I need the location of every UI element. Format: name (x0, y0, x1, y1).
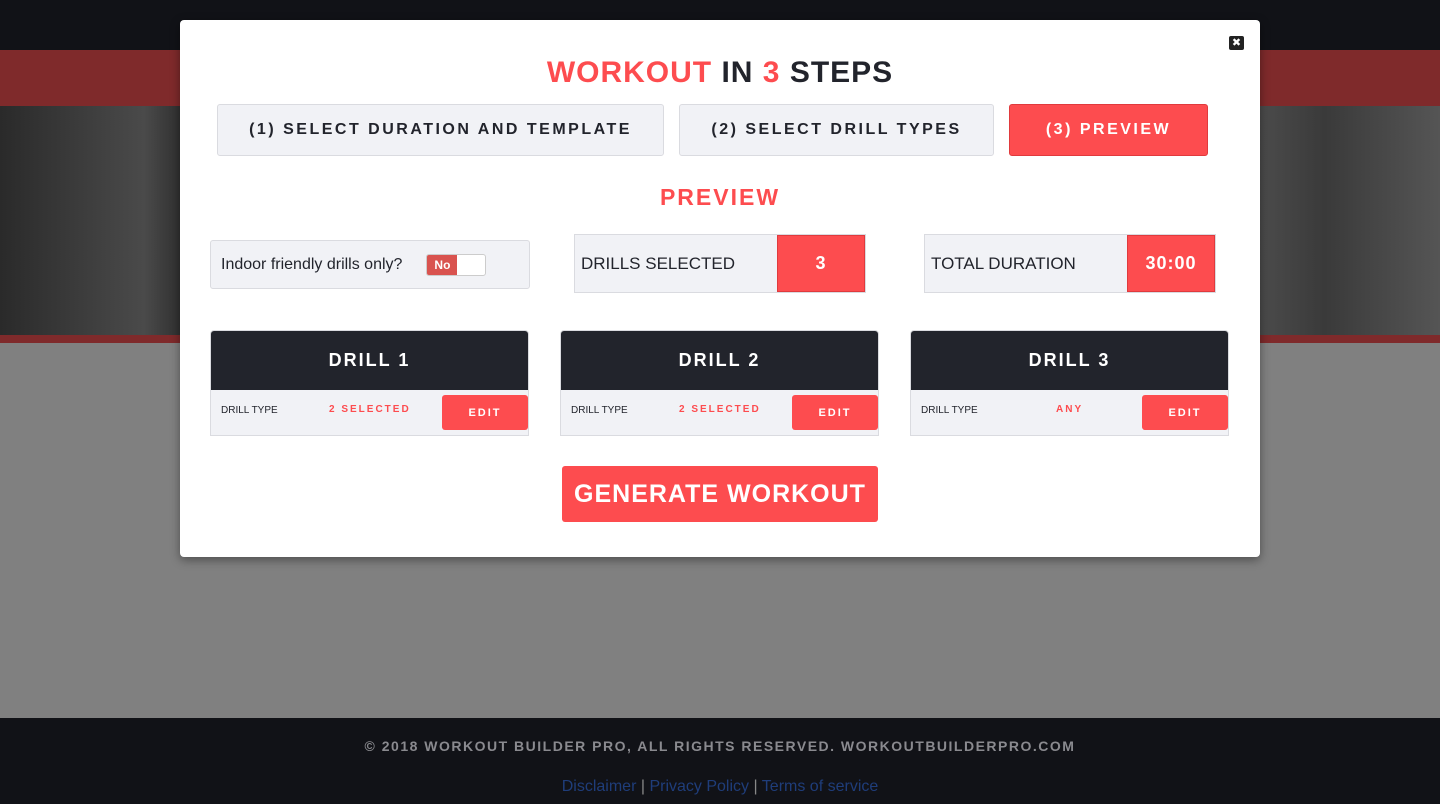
generate-workout-button[interactable]: GENERATE WORKOUT (562, 466, 878, 522)
drills-selected-value: 3 (777, 235, 865, 292)
drill-type-value: 2 SELECTED (329, 404, 411, 415)
indoor-filter: Indoor friendly drills only? No (210, 240, 530, 289)
toggle-state: No (427, 254, 458, 275)
tab-step-3[interactable]: (3) PREVIEW (1009, 104, 1208, 156)
footer-links: Disclaimer | Privacy Policy | Terms of s… (0, 778, 1440, 796)
drill-title: DRILL 1 (211, 331, 528, 390)
total-duration: TOTAL DURATION 30:00 (924, 234, 1216, 293)
drills-selected-label: DRILLS SELECTED (581, 253, 735, 273)
workout-modal: ✖ WORKOUT IN 3 STEPS (1) SELECT DURATION… (180, 20, 1260, 557)
footer: © 2018 WORKOUT BUILDER PRO, ALL RIGHTS R… (0, 718, 1440, 804)
modal-title: WORKOUT IN 3 STEPS (180, 56, 1260, 90)
drill-title: DRILL 2 (561, 331, 878, 390)
section-title: PREVIEW (659, 184, 781, 210)
total-duration-value: 30:00 (1127, 235, 1215, 292)
drill-card: DRILL 1 DRILL TYPE 2 SELECTED EDIT (210, 330, 529, 436)
tab-step-1[interactable]: (1) SELECT DURATION AND TEMPLATE (217, 104, 664, 156)
drill-type-label: DRILL TYPE (921, 405, 978, 416)
separator: | (640, 778, 645, 795)
title-workout: WORKOUT (546, 56, 713, 89)
indoor-toggle[interactable]: No (426, 253, 487, 276)
disclaimer-link[interactable]: Disclaimer (562, 778, 637, 795)
title-steps: STEPS (780, 56, 894, 89)
drill-type-value: ANY (1056, 404, 1084, 415)
drill-type-value: 2 SELECTED (679, 404, 761, 415)
drill-type-label: DRILL TYPE (221, 405, 278, 416)
drill-card: DRILL 3 DRILL TYPE ANY EDIT (910, 330, 1229, 436)
copyright: © 2018 WORKOUT BUILDER PRO, ALL RIGHTS R… (364, 738, 1076, 754)
terms-link[interactable]: Terms of service (762, 778, 878, 795)
drill-card: DRILL 2 DRILL TYPE 2 SELECTED EDIT (560, 330, 879, 436)
close-icon[interactable]: ✖ (1229, 36, 1244, 50)
drills-selected: DRILLS SELECTED 3 (574, 234, 866, 293)
edit-button[interactable]: EDIT (442, 395, 528, 430)
title-in: IN (712, 56, 763, 89)
edit-button[interactable]: EDIT (792, 395, 878, 430)
edit-button[interactable]: EDIT (1142, 395, 1228, 430)
tab-step-2[interactable]: (2) SELECT DRILL TYPES (679, 104, 994, 156)
drill-type-label: DRILL TYPE (571, 405, 628, 416)
drill-title: DRILL 3 (911, 331, 1228, 390)
separator: | (753, 778, 758, 795)
indoor-label: Indoor friendly drills only? (221, 255, 403, 273)
privacy-policy-link[interactable]: Privacy Policy (649, 778, 749, 795)
total-duration-label: TOTAL DURATION (931, 253, 1076, 273)
title-number: 3 (762, 56, 781, 89)
